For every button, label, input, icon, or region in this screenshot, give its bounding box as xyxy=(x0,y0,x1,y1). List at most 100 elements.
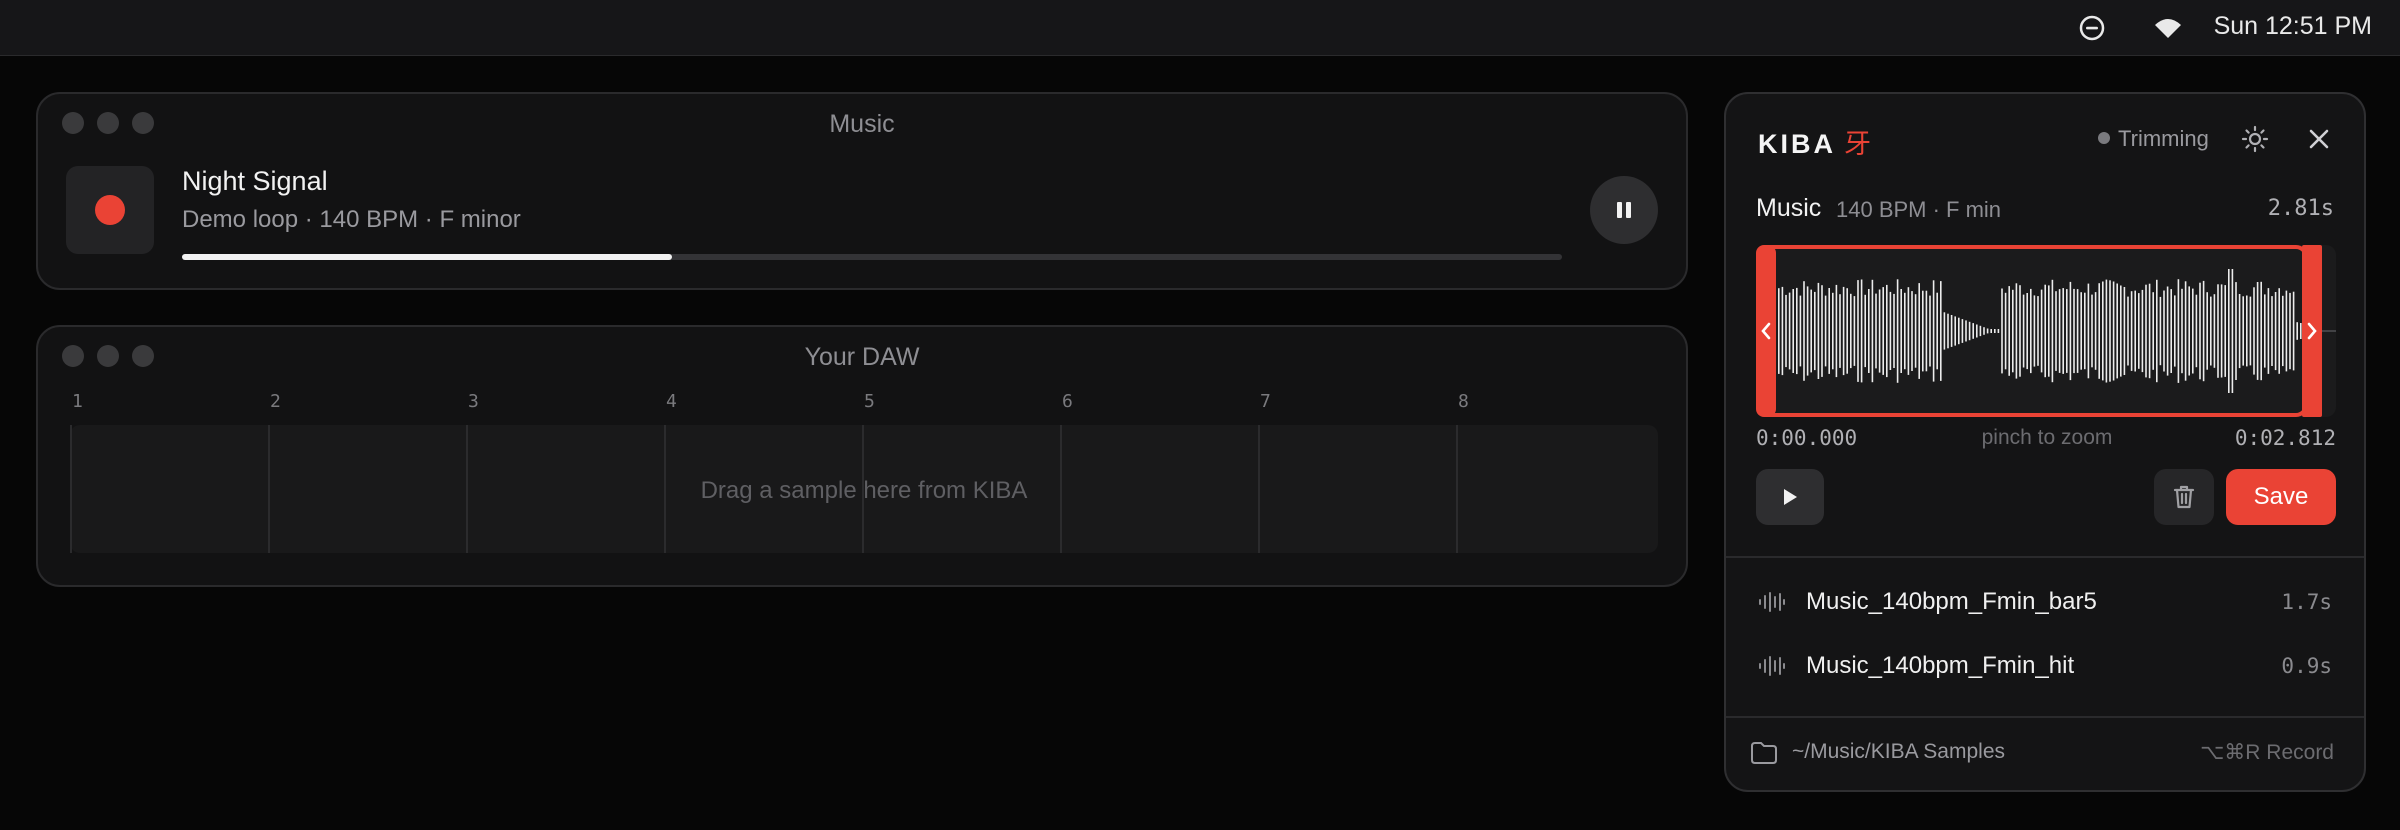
source-label: Music xyxy=(1756,194,1822,222)
waveform-sample-bar xyxy=(1839,294,1841,368)
waveform-sample-bar xyxy=(1842,286,1845,376)
waveform-sample-bar xyxy=(1781,286,1784,376)
delete-button[interactable] xyxy=(2154,469,2214,525)
status-dot-icon xyxy=(2098,132,2110,144)
waveform-sample-bar xyxy=(1792,289,1794,373)
waveform-sample-bar xyxy=(2037,296,2039,366)
waveform-sample-bar xyxy=(2022,294,2025,368)
preview-play-button[interactable] xyxy=(1756,469,1824,525)
waveform-sample-bar xyxy=(1907,287,1910,375)
waveform-sample-bar xyxy=(2051,279,2054,383)
waveform-sample-bar xyxy=(2177,279,2180,383)
bar-number: 1 xyxy=(72,391,83,412)
clip-duration: 2.81s xyxy=(2267,196,2334,221)
waveform-sample-bar xyxy=(1947,313,1949,349)
waveform-sample-bar xyxy=(2192,288,2194,374)
waveform-sample-bar xyxy=(1860,279,1863,383)
waveform-sample-bar xyxy=(1814,291,1816,371)
status-text: Trimming xyxy=(2118,126,2209,151)
waveform-sample-bar xyxy=(1943,312,1946,350)
waveform-sample-bar xyxy=(2001,288,2003,374)
bar-number: 2 xyxy=(270,391,281,412)
waveform-sample-bar xyxy=(2213,294,2216,368)
waveform-sample-bar xyxy=(1929,295,1931,367)
waveform-sample-bar xyxy=(2163,290,2165,372)
waveform-sample-bar xyxy=(1889,291,1892,370)
track-meta: Demo loop · 140 BPM · F minor xyxy=(182,206,521,233)
brand-kanji: 牙 xyxy=(1844,129,1871,159)
playback-progress-bar[interactable] xyxy=(182,254,1562,260)
waveform-sample-bar xyxy=(1853,296,1856,366)
waveform-sample-bar xyxy=(2260,281,2262,381)
waveform-sample-bar xyxy=(1864,294,1866,368)
save-button[interactable]: Save xyxy=(2226,469,2336,525)
waveform-editor[interactable] xyxy=(1756,245,2336,417)
kiba-logo: KIBA 牙 xyxy=(1758,122,1871,161)
waveform-sample-bar xyxy=(2267,288,2270,374)
waveform-sample-bar xyxy=(2253,287,2255,375)
sample-name: Music_140bpm_Fmin_bar5 xyxy=(1806,588,2097,615)
waveform-sample-bar xyxy=(2156,279,2158,383)
waveform-sample-bar xyxy=(2015,283,2018,379)
waveform-sample-bar xyxy=(2148,283,2151,379)
waveform-sample-bar xyxy=(2289,292,2291,370)
waveform-sample-bar xyxy=(1871,279,1874,383)
waveform-sample-bar xyxy=(1986,328,1989,334)
folder-icon[interactable] xyxy=(1750,740,1778,766)
waveform-sample-bar xyxy=(1940,281,1942,381)
waveform-sample-bar xyxy=(2030,288,2032,374)
pause-button[interactable] xyxy=(1590,176,1658,244)
menubar-clock[interactable]: Sun 12:51 PM xyxy=(2214,12,2372,41)
waveform-sample-bar xyxy=(2202,280,2205,382)
waveform-sample-bar xyxy=(1997,329,2000,333)
waveform-sample-bar xyxy=(2220,284,2223,378)
waveform-sample-bar xyxy=(2152,292,2154,370)
waveform-sample-bar xyxy=(1918,283,1920,379)
do-not-disturb-icon[interactable] xyxy=(2078,14,2106,42)
waveform-sample-bar xyxy=(2087,283,2090,379)
waveform-sample-bar xyxy=(1896,279,1899,383)
waveform-sample-bar xyxy=(2033,295,2036,367)
sample-list-item[interactable]: Music_140bpm_Fmin_hit 0.9s xyxy=(1726,636,2364,696)
waveform-sample-bar xyxy=(1824,295,1827,367)
trim-start-handle[interactable] xyxy=(1756,245,1776,417)
waveform-sample-bar xyxy=(2094,292,2097,370)
waveform-sample-bar xyxy=(1821,285,1823,377)
waveform-sample-bar xyxy=(2282,295,2284,367)
bar-number: 6 xyxy=(1062,391,1073,412)
waveform-sample-bar xyxy=(1796,287,1798,375)
window-title: Your DAW xyxy=(804,343,920,371)
waveform-sample-bar xyxy=(2256,282,2259,380)
waveform-sample-bar xyxy=(2019,285,2021,377)
divider xyxy=(1726,716,2364,718)
bar-number: 5 xyxy=(864,391,875,412)
playback-progress-fill xyxy=(182,254,672,260)
waveform-sample-bar xyxy=(1846,288,1848,374)
wifi-icon[interactable] xyxy=(2152,14,2184,42)
close-icon[interactable] xyxy=(2306,126,2332,152)
trim-end-handle[interactable] xyxy=(2302,245,2322,417)
waveform-sample-bar xyxy=(1968,321,1971,341)
waveform-sample-bar xyxy=(2109,280,2111,382)
waveform-sample-bar xyxy=(2246,295,2248,367)
waveform-sample-bar xyxy=(2134,290,2136,372)
sample-list-item[interactable]: Music_140bpm_Fmin_bar5 1.7s xyxy=(1726,572,2364,632)
waveform-sample-bar xyxy=(1954,316,1956,346)
waveform-sample-bar xyxy=(1882,287,1884,375)
waveform-sample-bar xyxy=(2123,287,2126,375)
waveform-sample-bar xyxy=(2105,279,2108,383)
waveform-sample-bar xyxy=(2231,269,2234,393)
samples-folder-path[interactable]: ~/Music/KIBA Samples xyxy=(1792,740,2005,764)
waveform-sample-bar xyxy=(2102,281,2104,381)
waveform-sample-bar xyxy=(2292,291,2295,371)
divider xyxy=(1726,556,2364,558)
waveform-sample-bar xyxy=(2210,296,2212,366)
waveform-icon xyxy=(1759,592,1785,612)
waveform-sample-bar xyxy=(1958,317,1960,345)
waveform-sample-bar xyxy=(1799,295,1802,367)
waveform-sample-bar xyxy=(1788,292,1791,370)
waveform-icon xyxy=(1759,656,1785,676)
settings-gear-icon[interactable] xyxy=(2240,124,2270,154)
waveform-sample-bar xyxy=(2098,283,2100,379)
waveform-sample-bar xyxy=(2228,269,2230,393)
